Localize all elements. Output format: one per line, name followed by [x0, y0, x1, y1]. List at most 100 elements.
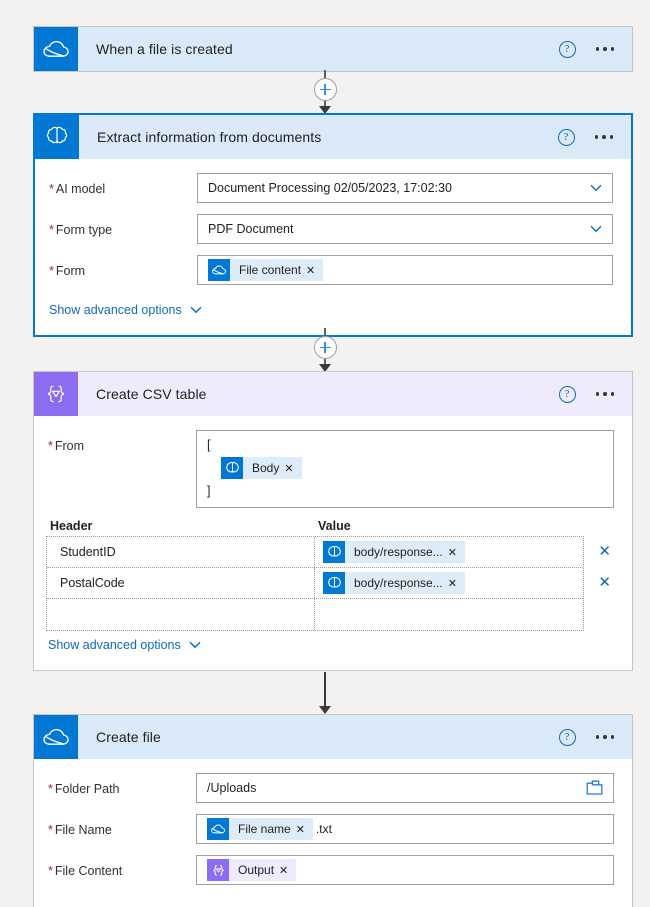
onedrive-cloud-icon [34, 715, 78, 759]
delete-row-button[interactable]: ✕ [598, 544, 611, 560]
value-cell-input[interactable]: body/response... ✕ [315, 568, 583, 598]
chevron-down-icon [190, 306, 202, 314]
value-cell-input[interactable] [315, 599, 583, 630]
card-body-extract: * AI model Document Processing 02/05/2023… [35, 159, 631, 335]
header-cell-input[interactable] [47, 599, 315, 630]
chevron-down-icon[interactable] [590, 225, 602, 236]
form-input[interactable]: File content ✕ [197, 255, 613, 285]
card-title: Create CSV table [96, 386, 207, 402]
required-marker: * [49, 223, 54, 237]
required-marker: * [48, 439, 53, 453]
field-file-content: * File Content Output ✕ [46, 855, 614, 885]
header-cell-input[interactable]: StudentID [47, 537, 315, 567]
field-folder-path: * Folder Path /Uploads [46, 773, 614, 803]
token-body-response[interactable]: body/response... ✕ [323, 572, 465, 594]
data-operations-icon [34, 372, 78, 416]
token-remove-icon[interactable]: ✕ [448, 546, 465, 559]
ai-builder-brain-icon [323, 541, 345, 563]
insert-step-button-2[interactable] [313, 336, 337, 359]
folder-icon[interactable] [586, 780, 603, 798]
more-menu-icon[interactable] [595, 735, 614, 739]
field-file-name: * File Name File name ✕ .txt [46, 814, 614, 844]
flow-step-card-extract[interactable]: Extract information from documents ? * AI… [33, 113, 633, 337]
more-menu-icon[interactable] [595, 392, 614, 396]
field-label: * Form [49, 264, 86, 278]
field-label: * Form type [49, 223, 113, 237]
card-header-trigger[interactable]: When a file is created ? [34, 27, 632, 71]
required-marker: * [49, 264, 54, 278]
from-close-bracket: ] [207, 484, 211, 498]
token-remove-icon[interactable]: ✕ [284, 462, 301, 475]
field-from: * From [Body ✕] [46, 430, 614, 508]
table-row[interactable]: StudentID body/response... ✕ ✕ [47, 537, 611, 568]
flow-step-card-create-file[interactable]: Create file ? * Folder Path /Uploads * F… [33, 714, 633, 907]
help-icon[interactable]: ? [558, 385, 576, 403]
chevron-down-icon[interactable] [590, 184, 602, 195]
token-label: Output [238, 863, 275, 877]
connector-2 [0, 328, 650, 372]
card-header-actions: ? [557, 128, 632, 146]
required-marker: * [49, 182, 54, 196]
token-label: body/response... [354, 545, 443, 559]
token-label: File content [239, 263, 302, 277]
token-remove-icon[interactable]: ✕ [448, 577, 465, 590]
flow-step-card-trigger[interactable]: When a file is created ? [33, 26, 633, 72]
card-title: Create file [96, 729, 161, 745]
delete-row-button[interactable]: ✕ [598, 575, 611, 591]
card-body-create-csv-table: * From [Body ✕] Header Value StudentID… [34, 416, 632, 670]
header-value-table: StudentID body/response... ✕ ✕ PostalCod… [46, 536, 611, 631]
field-form-type: * Form type PDF Document [47, 214, 613, 244]
card-title: When a file is created [96, 41, 233, 57]
file-content-input[interactable]: Output ✕ [196, 855, 614, 885]
folder-path-input[interactable]: /Uploads [196, 773, 614, 803]
ai-builder-brain-icon [323, 572, 345, 594]
card-header-actions: ? [558, 40, 633, 58]
more-menu-icon[interactable] [594, 135, 613, 139]
token-file-name[interactable]: File name ✕ [207, 818, 313, 840]
form-type-dropdown[interactable]: PDF Document [197, 214, 613, 244]
token-remove-icon[interactable]: ✕ [296, 823, 313, 836]
token-remove-icon[interactable]: ✕ [306, 264, 323, 277]
field-label: * Folder Path [48, 782, 120, 796]
ai-builder-brain-icon [221, 457, 243, 479]
flow-designer-canvas: When a file is created ? Extract informa… [0, 0, 650, 907]
token-output[interactable]: Output ✕ [207, 859, 297, 881]
card-header-create-file[interactable]: Create file ? [34, 715, 632, 759]
more-menu-icon[interactable] [595, 47, 614, 51]
onedrive-cloud-icon [207, 818, 229, 840]
table-row[interactable] [47, 599, 583, 630]
help-icon[interactable]: ? [558, 728, 576, 746]
from-input[interactable]: [ Body ✕] [196, 430, 614, 508]
token-remove-icon[interactable]: ✕ [279, 864, 296, 877]
token-body[interactable]: Body ✕ [221, 457, 302, 479]
help-icon[interactable]: ? [557, 128, 575, 146]
advanced-options-label: Show advanced options [48, 638, 181, 652]
field-label: * File Content [48, 864, 123, 878]
table-row[interactable]: PostalCode body/response... ✕ ✕ [47, 568, 611, 599]
header-cell-input[interactable]: PostalCode [47, 568, 315, 598]
token-file-content[interactable]: File content ✕ [208, 259, 324, 281]
token-label: body/response... [354, 576, 443, 590]
onedrive-cloud-icon [208, 259, 230, 281]
card-title: Extract information from documents [97, 129, 322, 145]
connector-1 [0, 70, 650, 114]
token-body-response[interactable]: body/response... ✕ [323, 541, 465, 563]
form-type-value: PDF Document [208, 222, 294, 236]
card-header-actions: ? [558, 385, 633, 403]
show-advanced-options-link-csv[interactable]: Show advanced options [48, 638, 201, 652]
value-cell-input[interactable]: body/response... ✕ [315, 537, 583, 567]
card-header-extract[interactable]: Extract information from documents ? [35, 115, 631, 159]
show-advanced-options-link-extract[interactable]: Show advanced options [49, 303, 202, 317]
file-name-input[interactable]: File name ✕ .txt [196, 814, 614, 844]
ai-model-dropdown[interactable]: Document Processing 02/05/2023, 17:02:30 [197, 173, 613, 203]
card-header-create-csv-table[interactable]: Create CSV table ? [34, 372, 632, 416]
required-marker: * [48, 782, 53, 796]
insert-step-button-1[interactable] [313, 78, 337, 101]
required-marker: * [48, 864, 53, 878]
connector-3 [0, 672, 650, 714]
help-icon[interactable]: ? [558, 40, 576, 58]
flow-step-card-create-csv-table[interactable]: Create CSV table ? * From [Body ✕] Hea… [33, 371, 633, 671]
column-header-header: Header [50, 519, 93, 533]
token-label: File name [238, 822, 291, 836]
file-extension-text: .txt [315, 822, 332, 836]
